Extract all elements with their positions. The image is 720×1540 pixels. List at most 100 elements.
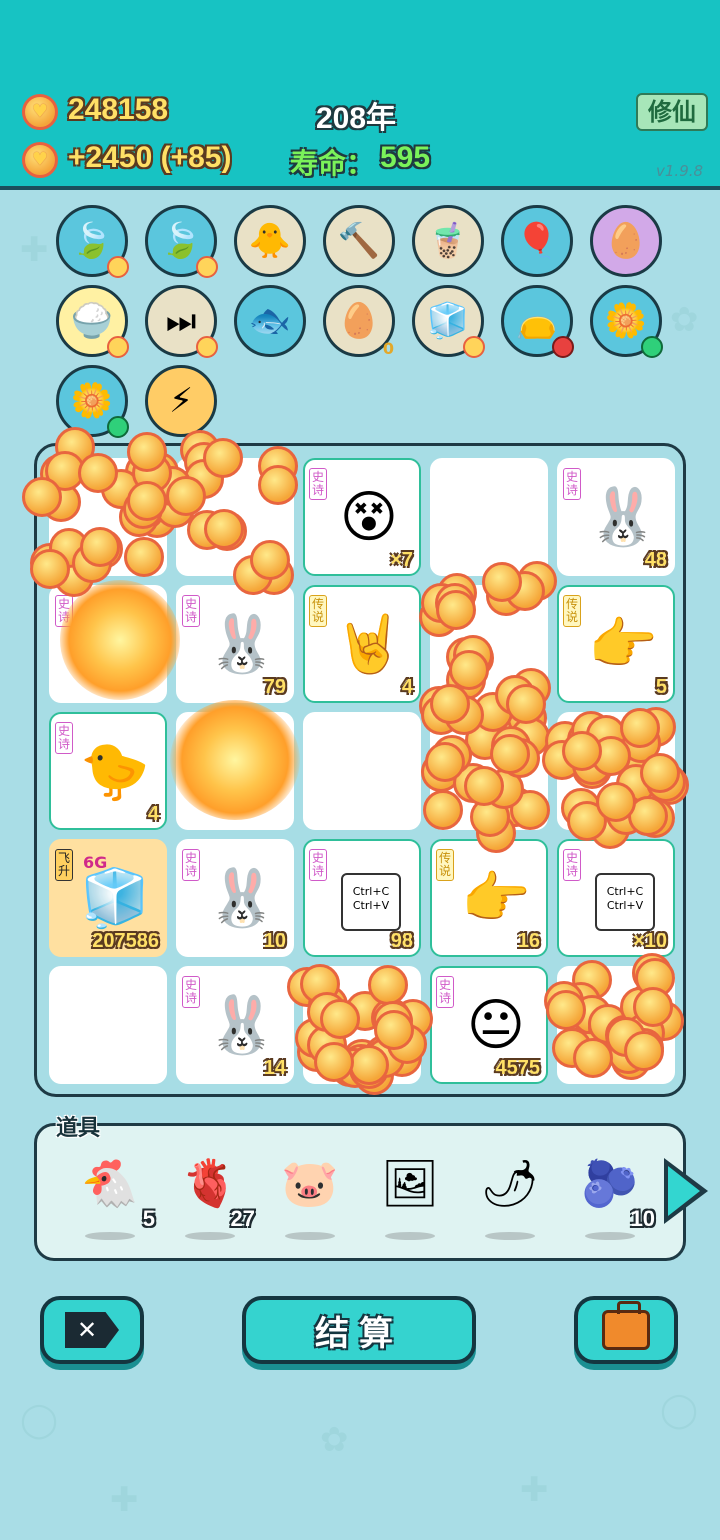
flower-pot-item[interactable]: 🌼	[590, 285, 663, 358]
tool-shadow	[185, 1232, 235, 1240]
board-cell[interactable]	[303, 966, 421, 1084]
next-arrow-icon[interactable]	[664, 1158, 708, 1224]
board-cell[interactable]: 史诗 🐰 14	[176, 966, 294, 1084]
cell-art: 🐰	[588, 485, 658, 550]
blueberry-tool[interactable]: 🫐 10	[575, 1156, 655, 1240]
cell-count: 4575	[495, 1057, 541, 1079]
tool-shadow	[485, 1232, 535, 1240]
background-decoration: ✿	[320, 1420, 349, 1460]
blueberry-icon: 🫐	[581, 1156, 639, 1210]
chili-tool[interactable]: 🌶	[475, 1156, 545, 1240]
chili-icon: 🌶	[480, 1156, 540, 1210]
hammer-item[interactable]: 🔨	[323, 205, 395, 277]
cell-count: 14	[263, 1057, 286, 1079]
tool-shadow	[385, 1232, 435, 1240]
board-cell[interactable]	[430, 458, 548, 576]
sugar-cubes-icon: 🧊	[426, 301, 470, 341]
chicken-tool[interactable]: 🐔 5	[75, 1156, 155, 1240]
flower-pot-item[interactable]: 🌼	[56, 365, 129, 438]
lightning-item[interactable]: ⚡	[145, 365, 217, 437]
bubble-tea-item[interactable]: 🧋	[412, 205, 484, 277]
tool-count: 10	[630, 1206, 655, 1231]
board-cell[interactable]: 传说 👉 5	[557, 585, 675, 703]
item-badge	[196, 336, 218, 358]
leaf-item[interactable]: 🍃	[145, 205, 218, 278]
liver-tool[interactable]: 🫀 27	[175, 1156, 255, 1240]
board-cell[interactable]: 传说 👉 16	[430, 839, 548, 957]
explosion-effect	[170, 700, 300, 820]
tool-shadow	[585, 1232, 635, 1240]
flower-pot-icon: 🌼	[604, 301, 648, 341]
settle-button[interactable]: 结算	[242, 1296, 476, 1364]
board-cell[interactable]: 史诗 🐰 10	[176, 839, 294, 957]
item-badge	[552, 336, 574, 358]
coin-total: 248158	[68, 93, 169, 126]
item-badge	[107, 256, 129, 278]
pump-icon: 🎈	[515, 221, 559, 261]
leaf-item[interactable]: 🍃	[56, 205, 129, 278]
board-cell[interactable]: 史诗 Ctrl+C Ctrl+V ×10	[557, 839, 675, 957]
board-cell[interactable]: 史诗 🐤 4	[49, 712, 167, 830]
tool-count: 27	[230, 1206, 255, 1231]
version-label: v1.9.8	[656, 162, 704, 180]
rarity-tag: 史诗	[182, 595, 200, 627]
settle-label: 结算	[315, 1313, 403, 1354]
tools-panel: 🐔 5 🫀 27 🐷 🖼 🌶 🫐 10	[34, 1123, 686, 1261]
board-cell[interactable]: 史诗 🐰 79	[176, 585, 294, 703]
board-cell[interactable]: 史诗 😵 ×7	[303, 458, 421, 576]
bag-button[interactable]	[574, 1296, 678, 1364]
rarity-tag: 传说	[563, 595, 581, 627]
cell-count: 207586	[92, 930, 159, 952]
background-decoration: ✚	[110, 1480, 139, 1520]
board-cell[interactable]	[430, 585, 548, 703]
egg-item[interactable]: 🥚	[590, 205, 662, 277]
board-cell[interactable]	[430, 712, 548, 830]
cell-art: 🐰	[207, 612, 277, 677]
tool-shadow	[285, 1232, 335, 1240]
board-cell[interactable]: 史诗 😐 4575	[430, 966, 548, 1084]
egg-tray-item[interactable]: 🥚 0	[323, 285, 395, 358]
cell-art: Ctrl+C Ctrl+V	[595, 873, 655, 931]
bubble-tea-icon: 🧋	[426, 221, 470, 261]
item-badge	[641, 336, 663, 358]
coin-icon	[22, 94, 58, 130]
close-button[interactable]: ✕	[40, 1296, 144, 1364]
rarity-tag: 史诗	[563, 849, 581, 881]
cell-art: 👉	[588, 612, 658, 677]
leaf-icon: 🍃	[159, 221, 203, 261]
xiuxian-button[interactable]: 修仙	[636, 93, 708, 131]
board-cell[interactable]: 史诗 🐰 48	[557, 458, 675, 576]
chicken-icon: 🐔	[81, 1156, 139, 1210]
lifespan-value: 595	[380, 141, 431, 174]
board-cell[interactable]	[49, 966, 167, 1084]
sack-item[interactable]: 👝	[501, 285, 574, 358]
frame-tool[interactable]: 🖼	[375, 1156, 445, 1240]
board-cell[interactable]	[303, 712, 421, 830]
chick-item[interactable]: 🐥	[234, 205, 306, 277]
leaf-icon: 🍃	[70, 221, 114, 261]
board-cell[interactable]	[557, 712, 675, 830]
board-cell[interactable]	[49, 458, 167, 576]
board-cell[interactable]: 史诗 Ctrl+C Ctrl+V 98	[303, 839, 421, 957]
pump-item[interactable]: 🎈	[501, 205, 573, 277]
rarity-tag: 传说	[309, 595, 327, 627]
top-bar: 248158 +2450 (+85) 208年 寿命： 595 修仙 v1.9.…	[0, 0, 720, 190]
sugar-cubes-item[interactable]: 🧊	[412, 285, 485, 358]
board-cell[interactable]: 飞升 🧊 6G 207586	[49, 839, 167, 957]
piggy-bank-tool[interactable]: 🐷	[275, 1156, 345, 1240]
board-cell[interactable]: 传说 🤘 4	[303, 585, 421, 703]
fish-bowl-item[interactable]: 🐟	[234, 285, 306, 357]
board-cell[interactable]	[176, 458, 294, 576]
board-cell[interactable]	[557, 966, 675, 1084]
cell-art: 😵	[339, 485, 399, 550]
frame-icon: 🖼	[380, 1156, 440, 1210]
egg-icon: 🥚	[604, 221, 648, 261]
explosion-effect	[60, 580, 180, 700]
rarity-tag: 飞升	[55, 849, 73, 881]
skip-item[interactable]: ⏭	[145, 285, 218, 358]
cell-count: 79	[263, 676, 286, 698]
lightning-icon: ⚡	[169, 381, 193, 421]
cell-count: 4	[147, 803, 159, 825]
lifespan-label: 寿命：	[290, 148, 375, 179]
rice-bowl-item[interactable]: 🍚	[56, 285, 129, 358]
